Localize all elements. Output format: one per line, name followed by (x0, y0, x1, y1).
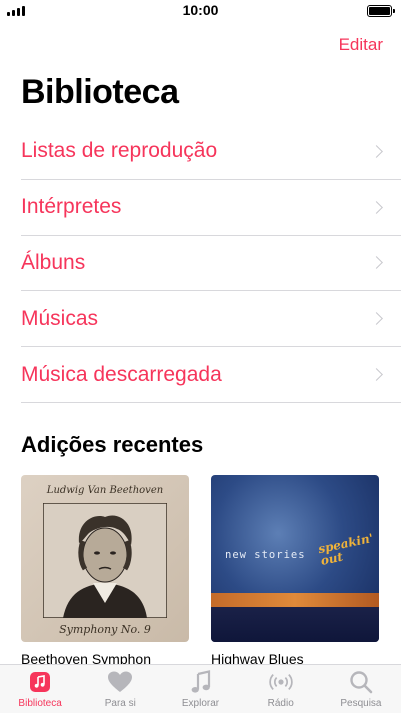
library-list: Listas de reprodução Intérpretes Álbuns … (21, 124, 401, 403)
heart-icon (107, 669, 133, 695)
status-time: 10:00 (182, 2, 219, 18)
beethoven-portrait-image (43, 503, 167, 618)
library-item-downloaded[interactable]: Música descarregada (21, 347, 401, 403)
tab-search[interactable]: Pesquisa (321, 665, 401, 713)
library-item-label: Músicas (21, 306, 99, 330)
library-item-songs[interactable]: Músicas (21, 291, 401, 348)
library-icon (27, 669, 53, 695)
tab-browse[interactable]: Explorar (160, 665, 240, 713)
recently-added-title: Adições recentes (21, 432, 204, 457)
library-item-label: Listas de reprodução (21, 139, 218, 163)
status-bar: 10:00 (0, 0, 401, 22)
radio-icon (268, 669, 294, 695)
chevron-right-icon (370, 200, 383, 214)
tab-label: Pesquisa (340, 698, 382, 709)
tab-library[interactable]: Biblioteca (0, 665, 80, 713)
library-item-label: Intérpretes (21, 195, 122, 219)
tab-for-you[interactable]: Para si (80, 665, 160, 713)
library-item-playlists[interactable]: Listas de reprodução (21, 124, 401, 180)
edit-button[interactable]: Editar (339, 35, 383, 55)
library-item-label: Música descarregada (21, 362, 222, 386)
cover-text: Symphony No. 9 (59, 623, 151, 636)
album-card-beethoven[interactable]: Ludwig Van Beethoven Symphony No. 9 Beet… (21, 475, 189, 667)
battery-icon (367, 5, 395, 17)
tab-label: Biblioteca (18, 698, 62, 709)
library-item-artists[interactable]: Intérpretes (21, 180, 401, 236)
cover-text: Ludwig Van Beethoven (46, 485, 164, 496)
cover-text: new stories (225, 549, 306, 561)
page-title: Biblioteca (21, 73, 179, 111)
library-item-albums[interactable]: Álbuns (21, 236, 401, 292)
cover-text: speakin' out (316, 530, 375, 568)
tab-label: Rádio (267, 698, 294, 709)
music-note-icon (188, 669, 214, 695)
album-cover[interactable]: new stories speakin' out (211, 475, 379, 642)
tab-bar: Biblioteca Para si Explorar Rádio Pesqui… (0, 664, 401, 713)
tab-radio[interactable]: Rádio (241, 665, 321, 713)
search-icon (348, 669, 374, 695)
chevron-right-icon (370, 368, 383, 381)
chevron-right-icon (370, 256, 383, 270)
library-item-label: Álbuns (21, 250, 86, 274)
album-card-highway-blues[interactable]: new stories speakin' out Highway Blues (211, 475, 379, 667)
tab-label: Para si (104, 698, 136, 709)
chevron-right-icon (370, 312, 383, 326)
album-cover[interactable]: Ludwig Van Beethoven Symphony No. 9 (21, 475, 189, 642)
tab-label: Explorar (181, 698, 220, 709)
chevron-right-icon (370, 145, 383, 158)
